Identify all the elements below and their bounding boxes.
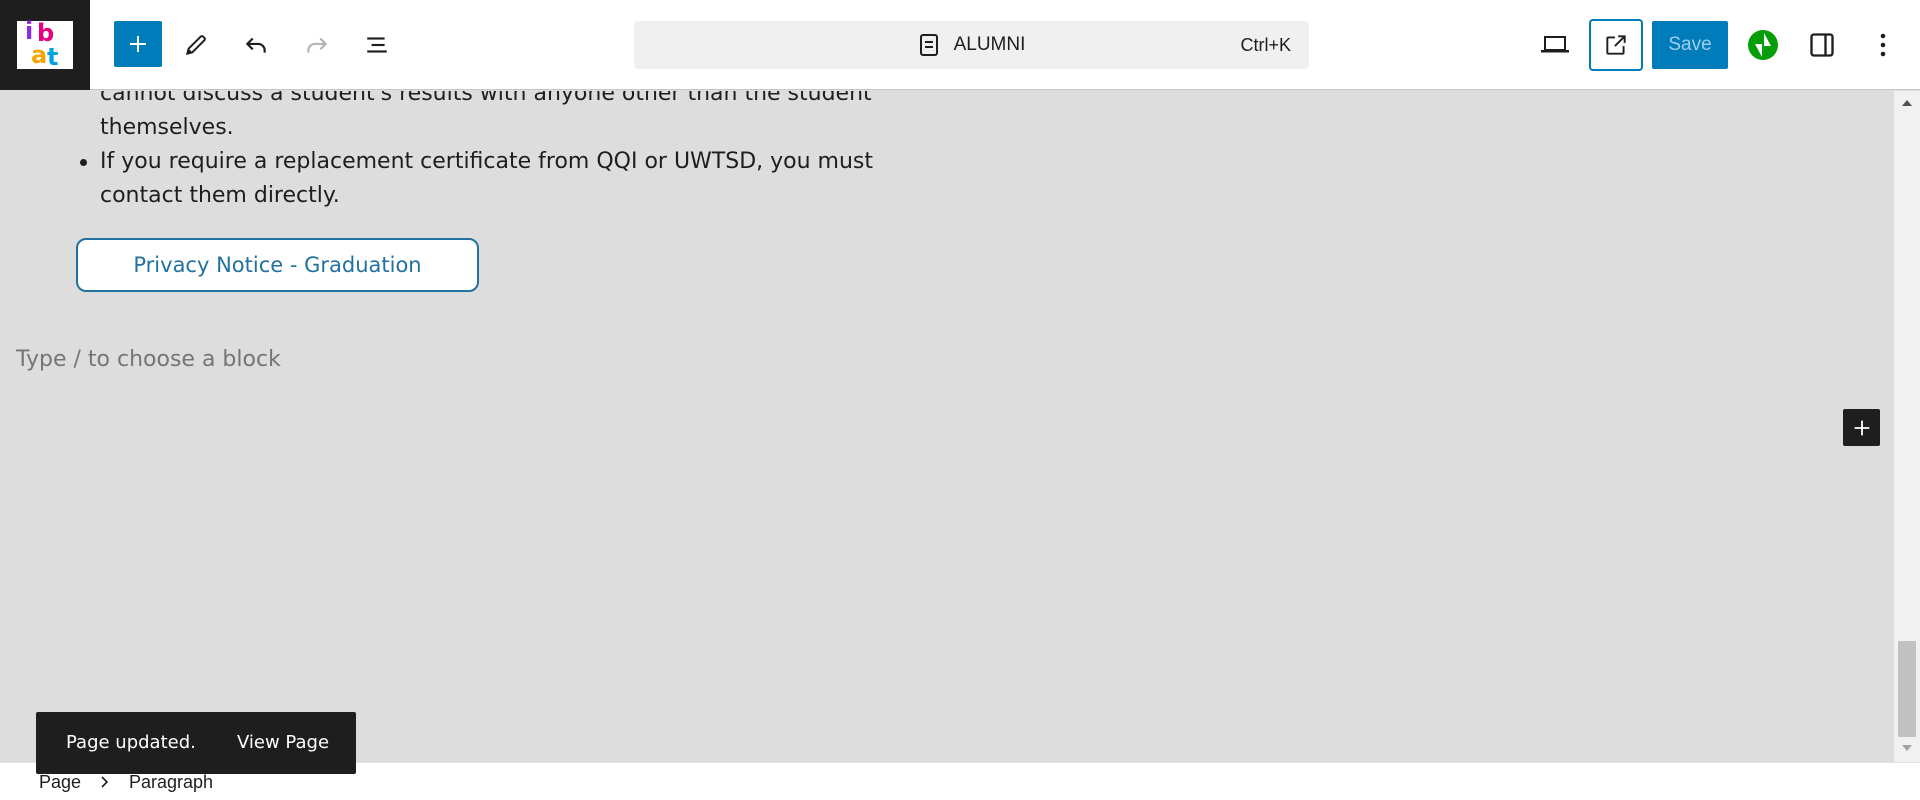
document-overview-button[interactable] — [354, 23, 400, 67]
view-page-button[interactable] — [1589, 19, 1643, 71]
content-list[interactable]: cannot discuss a student's results with … — [80, 91, 960, 213]
undo-button[interactable] — [233, 23, 279, 67]
privacy-notice-button[interactable]: Privacy Notice - Graduation — [76, 238, 479, 292]
settings-sidebar-button[interactable] — [1799, 23, 1845, 67]
editor-header: i b a t ALUMNI Ctrl+K Save — [0, 0, 1920, 90]
redo-button[interactable] — [294, 23, 340, 67]
list-item-text: cannot discuss a student's results with … — [100, 91, 872, 140]
block-inserter-button[interactable] — [1843, 409, 1880, 446]
command-palette-bar[interactable]: ALUMNI Ctrl+K — [634, 21, 1309, 69]
keyboard-shortcut-hint: Ctrl+K — [1240, 35, 1291, 55]
block-placeholder[interactable]: Type / to choose a block — [16, 347, 281, 372]
list-item-text: If you require a replacement certificate… — [100, 149, 874, 208]
plus-icon — [130, 36, 146, 52]
scroll-down-arrow-icon[interactable] — [1902, 745, 1912, 751]
list-item[interactable]: cannot discuss a student's results with … — [100, 91, 960, 145]
editor-canvas[interactable]: cannot discuss a student's results with … — [0, 91, 1894, 762]
command-bar-center: ALUMNI — [634, 21, 1309, 69]
redo-icon — [307, 37, 328, 53]
pencil-icon — [185, 35, 206, 56]
device-preview-button[interactable] — [1532, 23, 1578, 67]
document-title: ALUMNI — [953, 34, 1026, 55]
sidebar-icon — [1810, 33, 1834, 57]
plus-icon — [1854, 420, 1869, 435]
tools-button[interactable] — [173, 23, 219, 67]
vertical-scrollbar[interactable] — [1894, 91, 1920, 762]
save-button[interactable]: Save — [1652, 21, 1728, 69]
site-logo-icon: i b a t — [17, 19, 73, 69]
add-block-button[interactable] — [114, 21, 162, 67]
desktop-icon — [1541, 36, 1569, 53]
scroll-up-arrow-icon[interactable] — [1902, 100, 1912, 106]
jetpack-button[interactable] — [1740, 23, 1786, 67]
scrollbar-thumb[interactable] — [1898, 641, 1916, 737]
jetpack-icon — [1748, 30, 1778, 60]
chevron-right-icon — [101, 776, 109, 788]
breadcrumb-page[interactable]: Page — [39, 772, 81, 793]
options-button[interactable] — [1860, 23, 1906, 67]
view-page-link[interactable]: View Page — [237, 732, 329, 753]
more-vertical-icon — [1880, 33, 1886, 57]
undo-icon — [245, 37, 266, 53]
page-icon — [919, 34, 938, 56]
site-logo-button[interactable]: i b a t — [0, 0, 90, 90]
notice-message: Page updated. — [66, 732, 196, 753]
list-bullet — [80, 159, 87, 166]
snackbar-notice: Page updated. View Page — [36, 712, 356, 774]
list-item[interactable]: If you require a replacement certificate… — [80, 145, 960, 213]
list-view-icon — [367, 37, 387, 53]
breadcrumb-paragraph[interactable]: Paragraph — [129, 772, 213, 793]
external-link-icon — [1606, 35, 1626, 55]
